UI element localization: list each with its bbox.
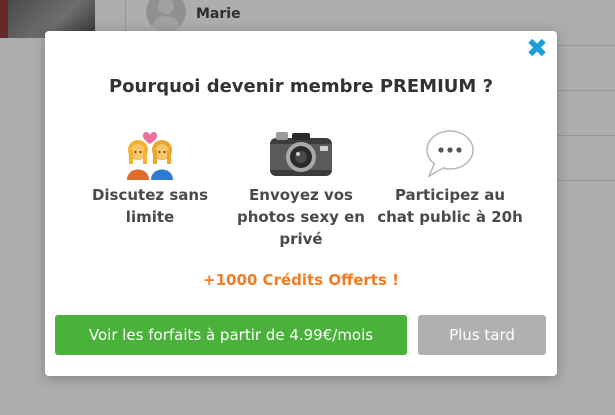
camera-icon xyxy=(270,132,332,176)
features-list: Discutez sans limite Envoyez vos photos … xyxy=(45,126,557,261)
speech-bubble-icon xyxy=(426,130,474,178)
couple-heart-icon xyxy=(127,132,173,180)
later-button[interactable]: Plus tard xyxy=(418,315,546,355)
feature-label: Discutez sans limite xyxy=(91,186,209,226)
feature-unlimited-chat: Discutez sans limite xyxy=(75,126,225,228)
premium-modal: ✖ Pourquoi devenir membre PREMIUM ? Disc… xyxy=(45,31,557,376)
feature-label: Participez au chat public à 20h xyxy=(377,186,523,226)
credits-offer: +1000 Crédits Offerts ! xyxy=(203,271,399,289)
feature-public-chat: Participez au chat public à 20h xyxy=(375,126,525,228)
feature-private-photos: Envoyez vos photos sexy en privé xyxy=(226,126,376,250)
feature-label: Envoyez vos photos sexy en privé xyxy=(237,186,365,248)
view-plans-button[interactable]: Voir les forfaits à partir de 4.99€/mois xyxy=(55,315,407,355)
modal-title: Pourquoi devenir membre PREMIUM ? xyxy=(108,76,494,97)
close-icon[interactable]: ✖ xyxy=(525,36,549,62)
